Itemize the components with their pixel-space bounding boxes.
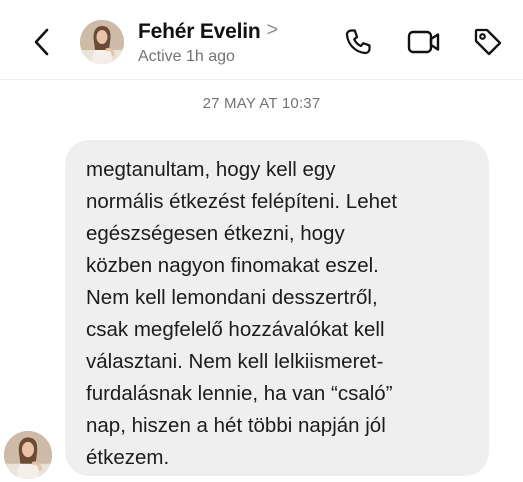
tag-icon [474, 28, 502, 56]
contact-name: Fehér Evelin [138, 20, 261, 43]
avatar-photo [4, 431, 52, 479]
message-text: megtanultam, hogy kell egy normális étke… [86, 158, 398, 469]
chat-header: Fehér Evelin > Active 1h ago [0, 0, 523, 80]
tag-button[interactable] [470, 24, 506, 60]
back-button[interactable] [22, 22, 62, 62]
audio-call-button[interactable] [340, 24, 376, 60]
chevron-left-icon [34, 28, 49, 56]
message-timestamp: 27 MAY AT 10:37 [202, 95, 321, 112]
contact-info[interactable]: Fehér Evelin > Active 1h ago [138, 18, 279, 66]
contact-status: Active 1h ago [138, 48, 235, 65]
video-call-button[interactable] [406, 24, 442, 60]
video-camera-icon [407, 30, 440, 54]
chevron-right-icon: > [266, 18, 279, 41]
message-bubble[interactable]: megtanultam, hogy kell egy normális étke… [65, 140, 489, 476]
phone-icon [345, 29, 371, 55]
avatar-photo [80, 20, 124, 64]
sender-avatar[interactable] [4, 431, 52, 479]
contact-avatar[interactable] [80, 20, 124, 64]
